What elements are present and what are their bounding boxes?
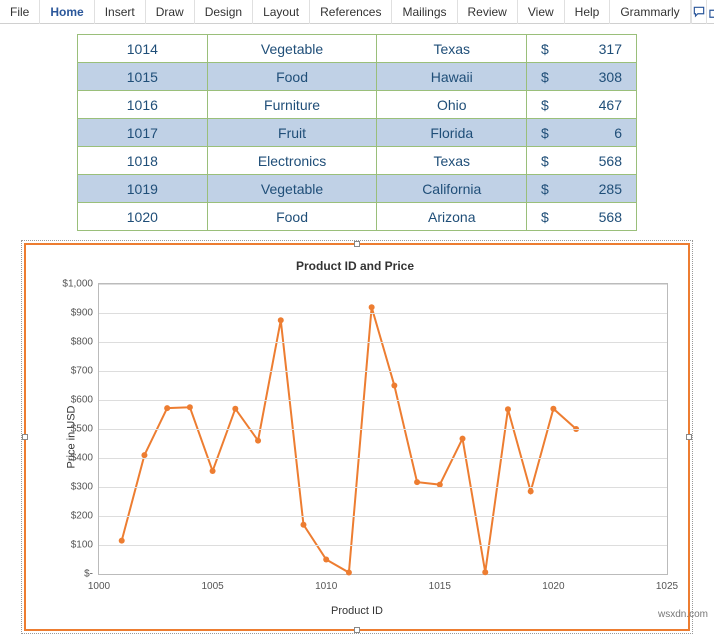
- table-row[interactable]: 1020FoodArizona$568: [78, 203, 637, 231]
- cell-state: Florida: [377, 119, 527, 147]
- table-row[interactable]: 1018ElectronicsTexas$568: [78, 147, 637, 175]
- resize-handle-e[interactable]: [686, 434, 692, 440]
- cell-category: Fruit: [207, 119, 377, 147]
- cell-id: 1014: [78, 35, 208, 63]
- cell-state: Hawaii: [377, 63, 527, 91]
- y-tick: $600: [47, 395, 93, 406]
- table-row[interactable]: 1017FruitFlorida$6: [78, 119, 637, 147]
- cell-state: California: [377, 175, 527, 203]
- x-axis-label: Product ID: [32, 605, 682, 617]
- cell-category: Food: [207, 203, 377, 231]
- cell-id: 1015: [78, 63, 208, 91]
- cell-state: Texas: [377, 35, 527, 63]
- table-row[interactable]: 1019VegetableCalifornia$285: [78, 175, 637, 203]
- tab-file[interactable]: File: [0, 0, 40, 24]
- tab-mailings[interactable]: Mailings: [392, 0, 457, 24]
- cell-id: 1017: [78, 119, 208, 147]
- cell-category: Food: [207, 63, 377, 91]
- cell-price: 317: [557, 35, 637, 63]
- tab-view[interactable]: View: [518, 0, 565, 24]
- table-row[interactable]: 1014VegetableTexas$317: [78, 35, 637, 63]
- cell-currency: $: [527, 119, 557, 147]
- x-tick: 1015: [429, 581, 451, 592]
- cell-price: 6: [557, 119, 637, 147]
- tab-insert[interactable]: Insert: [95, 0, 146, 24]
- resize-handle-s[interactable]: [354, 627, 360, 633]
- table-row[interactable]: 1016FurnitureOhio$467: [78, 91, 637, 119]
- tab-home[interactable]: Home: [40, 0, 94, 24]
- x-tick: 1025: [656, 581, 678, 592]
- data-table[interactable]: 1014VegetableTexas$3171015FoodHawaii$308…: [77, 34, 637, 231]
- watermark-text: wsxdn.com: [658, 609, 708, 620]
- cell-price: 285: [557, 175, 637, 203]
- cell-currency: $: [527, 35, 557, 63]
- cell-price: 568: [557, 203, 637, 231]
- cell-id: 1019: [78, 175, 208, 203]
- y-tick: $400: [47, 453, 93, 464]
- cell-category: Vegetable: [207, 35, 377, 63]
- tab-review[interactable]: Review: [458, 0, 518, 24]
- cell-price: 568: [557, 147, 637, 175]
- cell-category: Furniture: [207, 91, 377, 119]
- cell-state: Ohio: [377, 91, 527, 119]
- cell-price: 308: [557, 63, 637, 91]
- cell-id: 1018: [78, 147, 208, 175]
- cell-category: Electronics: [207, 147, 377, 175]
- ribbon-tabs: File Home Insert Draw Design Layout Refe…: [0, 0, 714, 24]
- app-window: { "ribbon": { "tabs": ["File","Home","In…: [0, 0, 714, 639]
- document-area: 1014VegetableTexas$3171015FoodHawaii$308…: [0, 24, 714, 235]
- tab-grammarly[interactable]: Grammarly: [610, 0, 690, 24]
- y-tick: $800: [47, 337, 93, 348]
- y-tick: $300: [47, 482, 93, 493]
- y-tick: $-: [47, 569, 93, 580]
- y-tick: $200: [47, 511, 93, 522]
- y-tick: $1,000: [47, 279, 93, 290]
- cell-price: 467: [557, 91, 637, 119]
- table-row[interactable]: 1015FoodHawaii$308: [78, 63, 637, 91]
- cell-id: 1016: [78, 91, 208, 119]
- x-tick: 1020: [542, 581, 564, 592]
- y-tick: $700: [47, 366, 93, 377]
- cell-category: Vegetable: [207, 175, 377, 203]
- cell-id: 1020: [78, 203, 208, 231]
- y-tick: $500: [47, 424, 93, 435]
- comments-icon[interactable]: [691, 0, 706, 24]
- cell-currency: $: [527, 175, 557, 203]
- cell-currency: $: [527, 91, 557, 119]
- tab-draw[interactable]: Draw: [146, 0, 195, 24]
- cell-currency: $: [527, 203, 557, 231]
- x-tick: 1005: [201, 581, 223, 592]
- cell-currency: $: [527, 147, 557, 175]
- cell-state: Arizona: [377, 203, 527, 231]
- share-icon[interactable]: [706, 0, 714, 24]
- tab-help[interactable]: Help: [565, 0, 611, 24]
- tab-design[interactable]: Design: [195, 0, 253, 24]
- chart-title: Product ID and Price: [38, 259, 672, 273]
- cell-currency: $: [527, 63, 557, 91]
- resize-handle-n[interactable]: [354, 241, 360, 247]
- plot-area: $-$100$200$300$400$500$600$700$800$900$1…: [98, 283, 668, 575]
- tab-references[interactable]: References: [310, 0, 392, 24]
- x-tick: 1010: [315, 581, 337, 592]
- resize-handle-w[interactable]: [22, 434, 28, 440]
- y-tick: $900: [47, 308, 93, 319]
- cell-state: Texas: [377, 147, 527, 175]
- x-tick: 1000: [88, 581, 110, 592]
- y-tick: $100: [47, 540, 93, 551]
- chart-object[interactable]: Product ID and Price Price in USD $-$100…: [24, 243, 690, 631]
- chart-area: Product ID and Price Price in USD $-$100…: [32, 251, 682, 623]
- tab-layout[interactable]: Layout: [253, 0, 310, 24]
